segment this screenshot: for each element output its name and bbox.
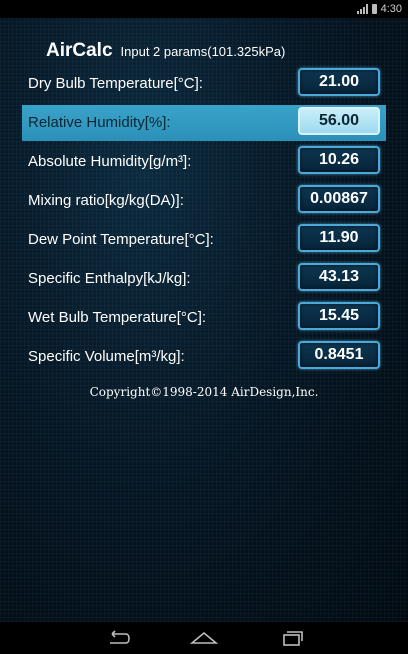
row-wet-bulb-temperature[interactable]: Wet Bulb Temperature[°C]: 15.45 (22, 300, 386, 336)
row-label: Absolute Humidity[g/m³]: (28, 153, 192, 170)
navigation-bar (0, 622, 408, 654)
app-screen: AirCalc Input 2 params(101.325kPa) Dry B… (0, 18, 408, 622)
copyright-text: Copyright©1998-2014 AirDesign,Inc. (89, 385, 319, 399)
status-bar: 4:30 (0, 0, 408, 18)
row-mixing-ratio[interactable]: Mixing ratio[kg/kg(DA)]: 0.00867 (22, 183, 386, 219)
absolute-humidity-field[interactable]: 10.26 (298, 146, 380, 174)
row-label: Dew Point Temperature[°C]: (28, 231, 214, 248)
row-specific-enthalpy[interactable]: Specific Enthalpy[kJ/kg]: 43.13 (22, 261, 386, 297)
row-relative-humidity[interactable]: Relative Humidity[%]: 56.00 (22, 105, 386, 141)
row-dry-bulb-temperature[interactable]: Dry Bulb Temperature[°C]: 21.00 (22, 66, 386, 102)
specific-volume-field[interactable]: 0.8451 (298, 341, 380, 369)
mixing-ratio-field[interactable]: 0.00867 (298, 185, 380, 213)
home-button[interactable] (174, 622, 234, 654)
signal-icon (356, 4, 368, 14)
recents-button[interactable] (262, 622, 322, 654)
back-icon (110, 630, 130, 644)
row-specific-volume[interactable]: Specific Volume[m³/kg]: 0.8451 (22, 339, 386, 375)
wet-bulb-temperature-field[interactable]: 15.45 (298, 302, 380, 330)
row-label: Relative Humidity[%]: (28, 114, 171, 131)
relative-humidity-field[interactable]: 56.00 (298, 107, 380, 135)
dry-bulb-temperature-field[interactable]: 21.00 (298, 68, 380, 96)
row-label: Specific Enthalpy[kJ/kg]: (28, 270, 191, 287)
status-icons: 4:30 (356, 2, 402, 16)
specific-enthalpy-field[interactable]: 43.13 (298, 263, 380, 291)
row-absolute-humidity[interactable]: Absolute Humidity[g/m³]: 10.26 (22, 144, 386, 180)
status-time: 4:30 (380, 3, 402, 15)
header: AirCalc Input 2 params(101.325kPa) (46, 40, 285, 66)
app-subtitle: Input 2 params(101.325kPa) (120, 44, 286, 59)
row-label: Wet Bulb Temperature[°C]: (28, 309, 207, 326)
row-label: Specific Volume[m³/kg]: (28, 348, 185, 365)
app-title: AirCalc (46, 40, 113, 61)
row-dew-point-temperature[interactable]: Dew Point Temperature[°C]: 11.90 (22, 222, 386, 258)
recents-icon (283, 631, 303, 646)
battery-icon (371, 4, 377, 14)
dew-point-temperature-field[interactable]: 11.90 (298, 224, 380, 252)
row-label: Dry Bulb Temperature[°C]: (28, 75, 203, 92)
back-button[interactable] (88, 622, 148, 654)
row-label: Mixing ratio[kg/kg(DA)]: (28, 192, 184, 209)
home-icon (189, 631, 219, 644)
